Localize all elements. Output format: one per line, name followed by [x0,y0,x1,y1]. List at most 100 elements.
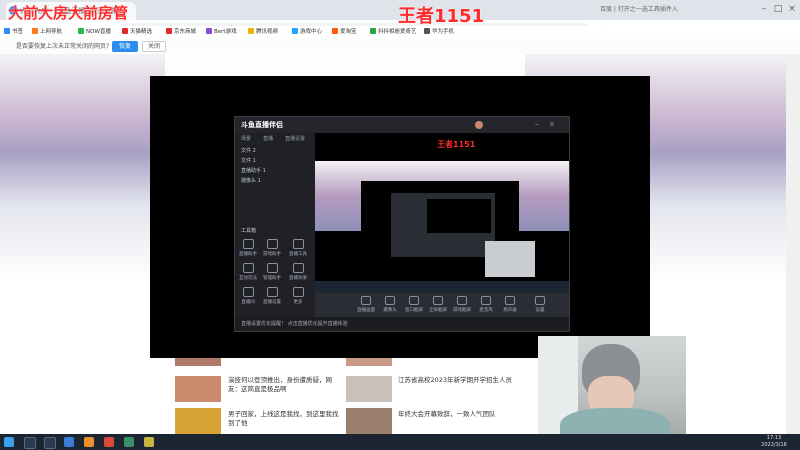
avatar[interactable] [475,121,483,129]
tool-label: 管理助手 [263,276,281,281]
tool-label: 直播设置 [263,300,281,305]
app-sidebar: 场景 直播 直播设置 文件 2 文件 1 直播助手 1 摄像头 1 工具箱 直播… [235,133,315,331]
scrollbar[interactable] [786,54,800,434]
bookmark-label: 腾讯视频 [256,29,279,35]
news-thumb[interactable] [175,376,221,402]
news-item-right[interactable]: 年终大会开幕致辞，一致人气团队 [398,410,518,419]
bookmark-icon [166,28,172,34]
tool-button[interactable]: 更多 [289,287,307,305]
close-icon[interactable]: × [786,3,798,15]
app-taskbar-icon[interactable] [144,437,154,447]
overlay-title-left: 大前大房大前房管 [8,4,129,22]
bookmark-item[interactable]: 爱淘宝 [332,26,357,39]
bookmark-label: NOW直播 [86,29,111,35]
tool-button[interactable]: 直播间 [239,287,257,305]
bookmark-label: 上网导航 [40,29,63,35]
app-toolbar: 直播画面 摄像头 窗口截屏 全屏截屏 游戏截屏 麦克风 扬声器 设置 [315,293,569,317]
bookmark-label: 天猫精选 [130,29,153,35]
toolbar-label: 窗口截屏 [405,308,423,313]
toolbar-button[interactable]: 设置 [529,296,551,313]
bookmark-label: 游戏中心 [300,29,323,35]
tab-tools-text[interactable]: 百度 | 打开之一选工具插件入 [600,2,750,18]
restore-button[interactable]: 恢复 [112,41,138,52]
bookmark-icon [370,28,376,34]
toolbar-button[interactable]: 游戏截屏 [451,296,473,313]
search-icon[interactable] [24,437,36,449]
task-view-icon[interactable] [44,437,56,449]
app-footer-notice[interactable]: 直播设置优化提醒！ 点击直播优化提升直播体验 [235,317,569,331]
layer-item[interactable]: 文件 1 [241,157,256,164]
news-item-right[interactable]: 江苏省高校2023年新学期开学招生人员 [398,376,518,385]
news-item-left[interactable]: 男子回家，上线这是我找，到这里我找到了他 [228,410,340,428]
layer-item[interactable]: 文件 2 [241,147,256,154]
minimize-icon[interactable]: – [758,3,770,15]
news-thumb[interactable] [346,408,392,434]
browser-taskbar-icon[interactable] [64,437,74,447]
taskbar-clock[interactable]: 17:13 2022/3/18 [752,435,796,449]
bookmark-label: 京东商城 [174,29,197,35]
section-label: 工具箱 [241,228,257,234]
bookmark-item[interactable]: 天猫精选 [122,26,152,39]
overlay-title-center: 王者1151 [398,6,485,27]
toolbar-label: 摄像头 [383,308,397,313]
tool-label: 直播助手 [239,252,257,257]
bookmark-item[interactable]: Bert游戏 [206,26,237,39]
clock-time: 17:13 [766,435,782,441]
sidebar-tab[interactable]: 直播设置 [285,135,305,142]
tool-label: 互动玩法 [239,276,257,281]
news-item-left[interactable]: 演技何以登顶推出，身份遭质疑，网友：这简直是极品啊 [228,376,340,394]
bookmark-item[interactable]: 上网导航 [32,26,62,39]
toolbar-label: 麦克风 [479,308,493,313]
bookmark-item[interactable]: 游戏中心 [292,26,322,39]
app-taskbar-icon[interactable] [104,437,114,447]
app-taskbar-icon[interactable] [124,437,134,447]
bookmark-icon [32,28,38,34]
app-logo: 斗鱼直播伴侣 [241,121,283,129]
toolbar-button[interactable]: 直播画面 [355,296,377,313]
layer-item[interactable]: 直播助手 1 [241,167,266,174]
minimize-icon[interactable]: – [535,120,539,128]
bookmark-icon [332,28,338,34]
news-thumb[interactable] [175,408,221,434]
sidebar-tab[interactable]: 场景 [241,135,251,142]
news-thumb[interactable] [346,376,392,402]
start-icon[interactable] [4,437,14,447]
toolbar-button[interactable]: 麦克风 [475,296,497,313]
layer-item[interactable]: 摄像头 1 [241,177,261,184]
tool-button[interactable]: 管理助手 [263,263,281,281]
bookmark-item[interactable]: NOW直播 [78,26,111,39]
bookmark-icon [206,28,212,34]
toolbar-button[interactable]: 窗口截屏 [403,296,425,313]
stream-preview[interactable]: 王者1151 [315,133,569,293]
close-prompt-button[interactable]: 关闭 [142,41,166,52]
tool-label: 更多 [293,300,303,305]
bookmark-label: 抖抖相册爱奇艺 [378,29,417,35]
bookmark-icon [248,28,254,34]
tool-button[interactable]: 互动玩法 [239,263,257,281]
bookmark-icon [78,28,84,34]
tool-button[interactable]: 直播助手 [239,239,257,257]
windows-taskbar: 17:13 2022/3/18 [0,434,800,450]
bookmark-item[interactable]: 京东商城 [166,26,196,39]
tool-button[interactable]: 直播效果 [289,263,307,281]
preview-overlay-title: 王者1151 [437,140,476,149]
tool-button[interactable]: 直播工具 [289,239,307,257]
nested-taskbar [315,281,569,293]
bookmark-icon [122,28,128,34]
tool-label: 直播工具 [289,252,307,257]
maximize-icon[interactable]: □ [772,3,784,15]
close-icon[interactable]: × [549,120,555,128]
app-taskbar-icon[interactable] [84,437,94,447]
toolbar-label: 全屏截屏 [429,308,447,313]
tool-button[interactable]: 直播设置 [263,287,281,305]
toolbar-button[interactable]: 全屏截屏 [427,296,449,313]
bookmark-item[interactable]: 书签 [4,26,23,39]
bookmark-item[interactable]: 腾讯视频 [248,26,278,39]
tool-label: 直播间 [241,300,255,305]
app-header: 斗鱼直播伴侣 – × [235,117,569,133]
toolbar-button[interactable]: 扬声器 [499,296,521,313]
restore-infobar: 是否要恢复上次未正常关闭的网页? 恢复 关闭 [0,39,800,55]
tool-button[interactable]: 游戏助手 [263,239,281,257]
toolbar-button[interactable]: 摄像头 [379,296,401,313]
sidebar-tab[interactable]: 直播 [263,135,273,142]
